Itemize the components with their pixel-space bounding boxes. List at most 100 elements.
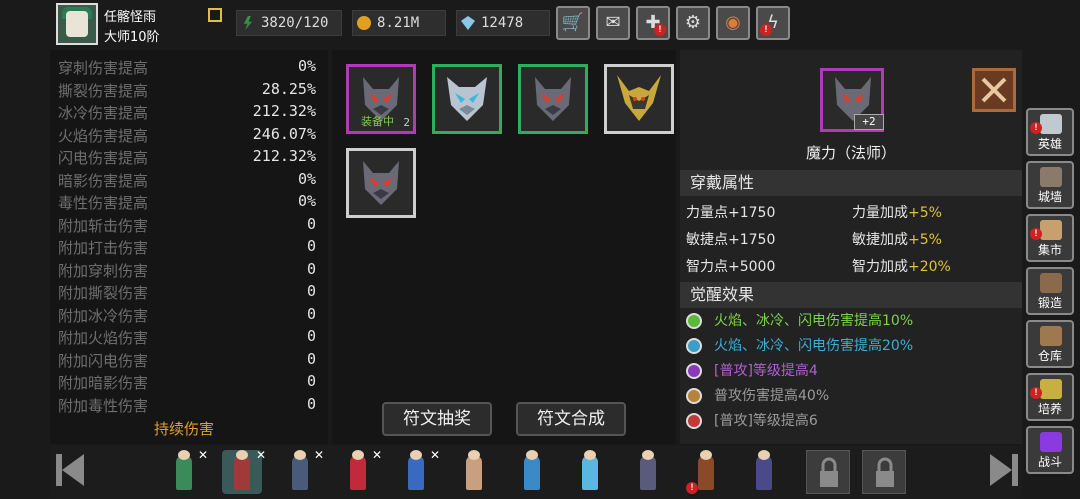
alert-icon: ! [1030, 228, 1042, 240]
awakening-dot-icon [686, 363, 702, 379]
side-nav-label: 集市 [1037, 243, 1062, 257]
wall-icon [1040, 167, 1062, 187]
remove-icon[interactable]: ✕ [256, 448, 266, 462]
equipped-label: 装备中 [361, 115, 394, 128]
lock-icon [820, 457, 838, 487]
edit-icon[interactable] [208, 8, 222, 22]
close-icon [981, 77, 1007, 103]
stat-row: 撕裂伤害提高 28.25% [58, 80, 316, 102]
side-nav-anvil-button[interactable]: 锻造 [1026, 267, 1074, 315]
gamepad-button[interactable]: ✚! [636, 6, 670, 40]
alert-icon: ! [760, 24, 772, 36]
wolf-rune-icon [363, 161, 399, 205]
next-arrow-icon[interactable] [982, 450, 1022, 490]
anvil-icon [1040, 273, 1062, 293]
stat-label: 附加穿刺伤害 [58, 261, 149, 280]
attribute-strength: 力量点+1750 [686, 205, 776, 221]
stat-row: 毒性伤害提高 0% [58, 192, 316, 214]
awakening-heading: 觉醒效果 [680, 282, 1022, 308]
remove-icon[interactable]: ✕ [430, 448, 440, 462]
hero-portrait[interactable]: ✕ [164, 448, 208, 494]
settings-button[interactable]: ⚙ [676, 6, 710, 40]
side-nav-label: 仓库 [1037, 349, 1062, 363]
gold-demon-rune-icon [617, 75, 661, 121]
close-button[interactable] [972, 68, 1016, 112]
side-nav-portal-button[interactable]: 战斗 [1026, 426, 1074, 474]
player-avatar[interactable] [56, 3, 98, 45]
locked-slot[interactable] [806, 450, 850, 494]
stat-value: 212.32% [252, 147, 316, 165]
stat-value: 0 [306, 259, 316, 278]
rune-slot[interactable] [346, 148, 416, 218]
storage-icon [1040, 326, 1062, 346]
hero-portrait[interactable] [628, 450, 668, 494]
stat-row: 附加毒性伤害 0 [58, 395, 316, 417]
side-nav-label: 锻造 [1037, 296, 1062, 310]
hero-portrait[interactable] [570, 450, 610, 494]
stat-label: 毒性伤害提高 [58, 194, 149, 212]
stat-label: 附加冰冷伤害 [58, 306, 149, 325]
hero-portrait[interactable]: ✕ [396, 448, 440, 494]
energy-button[interactable]: ϟ! [756, 6, 790, 40]
stat-value: 0% [297, 57, 316, 75]
side-nav-helmet-button[interactable]: 英雄! [1026, 108, 1074, 156]
rune-slot[interactable] [518, 64, 588, 134]
shop-button[interactable]: 🛒 [556, 6, 590, 40]
market-icon [1040, 220, 1062, 240]
stat-row: 附加斩击伤害 0 [58, 215, 316, 237]
stat-label: 穿刺伤害提高 [58, 59, 149, 77]
rune-slot[interactable] [604, 64, 674, 134]
side-nav-storage-button[interactable]: 仓库 [1026, 320, 1074, 368]
stat-label: 火焰伤害提高 [58, 126, 149, 145]
remove-icon[interactable]: ✕ [372, 448, 382, 462]
portal-icon [1040, 432, 1062, 452]
hero-portrait[interactable]: ✕ [338, 448, 382, 494]
hero-portrait[interactable] [512, 450, 552, 494]
hero-portrait[interactable]: ✕ [222, 448, 266, 494]
hero-portrait[interactable] [454, 450, 494, 494]
mail-button[interactable]: ✉ [596, 6, 630, 40]
attribute-intellect: 智力点+5000 [686, 259, 776, 275]
stat-label: 附加打击伤害 [58, 239, 149, 257]
awakening-text: [普攻]等级提高4 [714, 363, 818, 379]
side-nav-wall-button[interactable]: 城墙 [1026, 161, 1074, 209]
stamina-value: 3820/120 [261, 15, 329, 31]
gold-value: 8.21M [377, 15, 420, 31]
gem-counter: 12478 [456, 10, 550, 36]
remove-icon[interactable]: ✕ [314, 448, 324, 462]
awakening-text: [普攻]等级提高6 [714, 413, 818, 429]
stat-label: 附加闪电伤害 [58, 351, 149, 370]
gold-counter: 8.21M [352, 10, 446, 36]
side-nav-label: 战斗 [1037, 455, 1062, 469]
stat-row: 附加冰冷伤害 0 [58, 305, 316, 327]
rune-slot[interactable] [432, 64, 502, 134]
rune-combine-button[interactable]: 符文合成 [516, 402, 626, 436]
prev-arrow-icon[interactable] [52, 450, 92, 490]
hero-portrait[interactable] [744, 450, 784, 494]
wear-attributes-heading: 穿戴属性 [680, 170, 1022, 196]
stat-row: 附加暗影伤害 0 [58, 372, 316, 394]
hero-portrait[interactable]: ! [686, 450, 726, 494]
rune-draw-button[interactable]: 符文抽奖 [382, 402, 492, 436]
player-name: 任髂怪雨 [104, 10, 157, 25]
locked-slot[interactable] [862, 450, 906, 494]
side-nav-market-button[interactable]: 集市! [1026, 214, 1074, 262]
stat-row: 暗影伤害提高 0% [58, 170, 316, 192]
lock-icon [876, 457, 894, 487]
remove-icon[interactable]: ✕ [198, 448, 208, 462]
awakening-dot-icon [686, 338, 702, 354]
stat-value: 0 [306, 349, 316, 368]
hero-portrait[interactable]: ✕ [280, 448, 324, 494]
player-rank: 大师10阶 [104, 30, 160, 45]
stat-label: 附加毒性伤害 [58, 396, 149, 415]
palette-button[interactable]: ◉ [716, 6, 750, 40]
sustained-damage-tab[interactable]: 持续伤害 [154, 418, 214, 439]
stat-value: 0% [297, 192, 316, 210]
gem-value: 12478 [481, 15, 524, 31]
diamond-icon [461, 16, 475, 30]
side-nav-label: 英雄 [1037, 137, 1062, 151]
side-nav-trophy-button[interactable]: 培养! [1026, 373, 1074, 421]
stat-value: 0 [306, 237, 316, 255]
stamina-counter: 3820/120 [236, 10, 342, 36]
rune-slot-equipped[interactable]: 装备中 2 [346, 64, 416, 134]
